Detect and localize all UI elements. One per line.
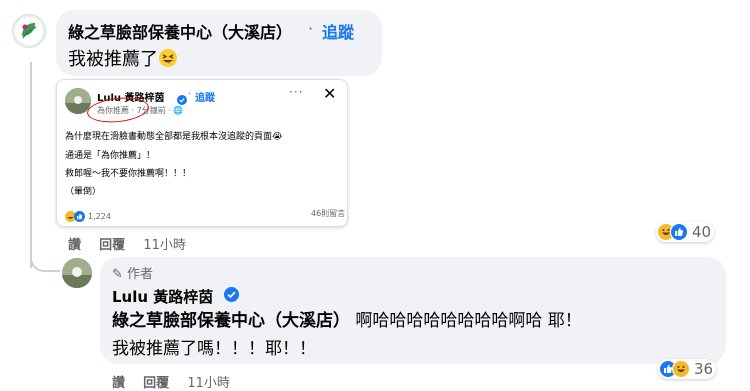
comment-reaction-count: 40 [692,223,712,241]
like-icon [74,207,85,226]
globe-icon: 🌐 [173,106,184,115]
comment-text-content: 我被推薦了 [68,49,158,70]
attached-screenshot-image[interactable]: Lulu 黃路梓茵 · 追蹤 為你推薦 · 7分鐘前 · 🌐 ··· ✕ 為什麼… [56,79,348,227]
comment-reaction-summary[interactable]: 40 [656,222,715,242]
like-link[interactable]: 讚 [112,376,125,391]
reply-text-part: 我被推薦了嗎！！！耶！！ [112,339,316,359]
leaf-logo-icon [15,17,43,45]
laugh-icon [672,360,690,378]
reply-text-part: 啊哈哈哈哈哈哈哈哈啊哈 耶！ [350,311,582,331]
reply-reaction-count: 36 [694,360,714,378]
verified-badge-icon [224,287,239,306]
author-badge-label: 作者 [127,267,154,282]
comment-author-name[interactable]: 綠之草臉部保養中心（大溪店） [68,19,292,43]
reply-reaction-summary[interactable]: 36 [658,359,717,379]
reply-author-avatar[interactable] [62,258,92,288]
page-avatar[interactable] [12,14,46,48]
screenshot-post-line: 救郎喔～我不要你推薦啊！！！ [65,169,192,179]
pen-icon: ✎ [112,267,128,282]
reply-link[interactable]: 回覆 [143,376,169,391]
comment-text: 我被推薦了 [68,45,178,73]
author-badge: ✎ 作者 [112,263,153,282]
thread-connector-curve [30,250,60,272]
close-icon: ✕ [323,84,337,103]
screenshot-reaction-count: 1,224 [88,212,111,221]
reply-link[interactable]: 回覆 [99,238,125,253]
mention-tag[interactable]: 綠之草臉部保養中心（大溪店） [112,311,350,331]
more-options-icon: ··· [289,85,304,99]
reply-timestamp[interactable]: 11小時 [187,376,230,391]
comment-bubble: 綠之草臉部保養中心（大溪店） · 追蹤 我被推薦了 [56,10,382,76]
screenshot-post-line: 為什麼現在滑臉書動態全部都是我根本沒追蹤的頁面😭 [65,132,283,142]
screenshot-follow-label: 追蹤 [195,93,215,104]
thread-connector-line [30,62,32,268]
red-annotation-circle [85,94,151,126]
comment-timestamp[interactable]: 11小時 [143,238,186,253]
screenshot-comment-count: 46則留言 [311,209,346,218]
comment-actions: 讚 回覆 11小時 [68,234,200,253]
reply-bubble: ✎ 作者 Lulu 黃路梓茵 綠之草臉部保養中心（大溪店） 啊哈哈哈哈哈哈哈哈啊… [100,257,726,364]
reply-actions: 讚 回覆 11小時 [112,372,244,391]
screenshot-post-line: （暈倒） [65,187,102,197]
screenshot-post-line: 通通是「為你推薦」！ [65,151,156,161]
screenshot-reactions: 1,224 [65,207,111,226]
reply-text: 綠之草臉部保養中心（大溪店） 啊哈哈哈哈哈哈哈哈啊哈 耶！ 我被推薦了嗎！！！耶… [112,307,712,363]
follow-button[interactable]: 追蹤 [322,19,354,43]
squinting-laugh-emoji-icon [158,48,178,73]
like-icon [670,223,688,241]
reply-author-name[interactable]: Lulu 黃路梓茵 [112,286,213,307]
separator-dot: · [188,89,192,100]
separator-dot: · [308,19,314,38]
like-link[interactable]: 讚 [68,238,81,253]
